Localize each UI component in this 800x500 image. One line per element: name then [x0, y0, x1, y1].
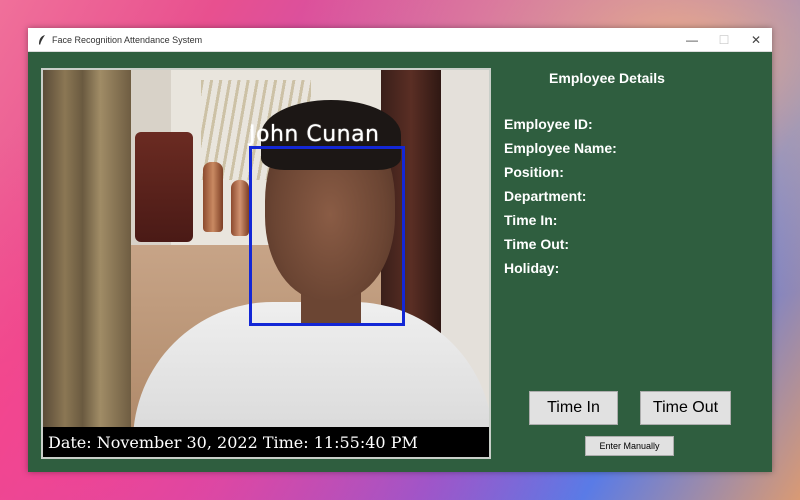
position-label: Position:	[504, 164, 564, 180]
datetime-overlay: Date: November 30, 2022 Time: 11:55:40 P…	[43, 427, 489, 457]
holiday-label: Holiday:	[504, 260, 560, 276]
time-out-label: Time Out:	[504, 236, 570, 252]
department-label: Department:	[504, 188, 587, 204]
minimize-button[interactable]: —	[676, 28, 708, 52]
app-window: Face Recognition Attendance System — ☐ ✕…	[28, 28, 772, 472]
feather-icon	[34, 32, 50, 48]
time-in-button[interactable]: Time In	[529, 391, 618, 425]
details-title: Employee Details	[549, 70, 665, 86]
time-in-label: Time In:	[504, 212, 558, 228]
close-button[interactable]: ✕	[740, 28, 772, 52]
datetime-text: Date: November 30, 2022 Time: 11:55:40 P…	[48, 432, 418, 452]
recognized-name: John Cunan	[249, 122, 380, 147]
time-out-button[interactable]: Time Out	[640, 391, 731, 425]
employee-id-label: Employee ID:	[504, 116, 593, 132]
window-controls: — ☐ ✕	[676, 28, 772, 52]
window-title: Face Recognition Attendance System	[52, 34, 203, 45]
face-detection-box	[249, 146, 405, 326]
enter-manually-button[interactable]: Enter Manually	[585, 436, 674, 456]
title-bar: Face Recognition Attendance System — ☐ ✕	[28, 28, 772, 52]
camera-feed: John Cunan Date: November 30, 2022 Time:…	[41, 68, 491, 459]
employee-details-list: Employee ID: Employee Name: Position: De…	[504, 112, 617, 280]
maximize-button[interactable]: ☐	[708, 28, 740, 52]
employee-name-label: Employee Name:	[504, 140, 617, 156]
